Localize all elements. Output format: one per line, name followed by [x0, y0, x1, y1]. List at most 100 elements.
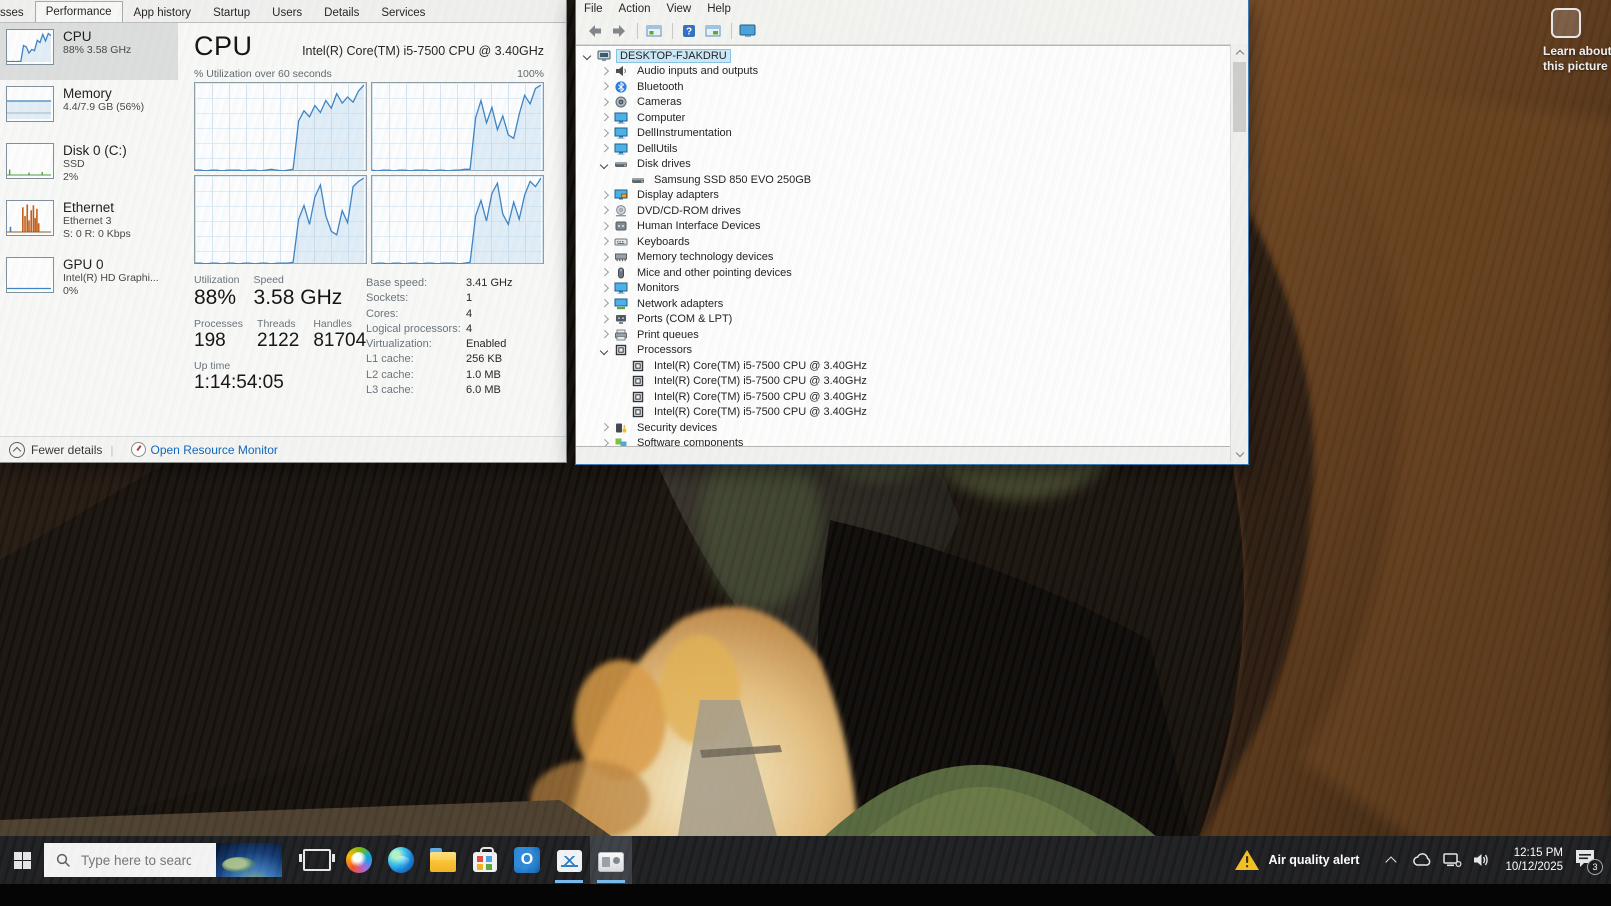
- device-tree-row[interactable]: Network adapters: [576, 296, 1231, 312]
- chevron-right-icon[interactable]: [601, 207, 608, 214]
- display-icon: [614, 189, 628, 201]
- tab-details[interactable]: Details: [313, 2, 370, 23]
- device-tree-row[interactable]: Security devices: [576, 420, 1231, 436]
- device-tree-row[interactable]: DESKTOP-FJAKDRU: [576, 48, 1231, 64]
- task-view-icon-slot[interactable]: [296, 836, 338, 884]
- device-tree-row[interactable]: Disk drives: [576, 157, 1231, 173]
- device-tree-row[interactable]: DellInstrumentation: [576, 126, 1231, 142]
- device-tree-row[interactable]: Monitors: [576, 281, 1231, 297]
- device-tree-row[interactable]: DellUtils: [576, 141, 1231, 157]
- device-manager-icon-slot[interactable]: [590, 836, 632, 884]
- device-tree-row[interactable]: Cameras: [576, 95, 1231, 111]
- remote-monitor-icon[interactable]: [737, 21, 759, 41]
- console-window-icon[interactable]: [643, 21, 665, 41]
- cpu-subline-0: 88% 3.58 GHz: [63, 44, 131, 57]
- device-tree-row[interactable]: Human Interface Devices: [576, 219, 1231, 235]
- chevron-right-icon[interactable]: [601, 223, 608, 230]
- sidebar-item-gpu[interactable]: GPU 0Intel(R) HD Graphi...0%: [0, 251, 178, 308]
- chevron-down-icon[interactable]: [601, 161, 608, 168]
- air-quality-alert[interactable]: Air quality alert: [1234, 849, 1359, 871]
- sidebar-item-memory[interactable]: Memory4.4/7.9 GB (56%): [0, 80, 178, 137]
- task-manager-icon-slot[interactable]: [548, 836, 590, 884]
- spotlight-widget[interactable]: Learn about this picture: [1543, 8, 1611, 74]
- chevron-down-icon[interactable]: [584, 52, 591, 59]
- device-tree-row[interactable]: DVD/CD-ROM drives: [576, 203, 1231, 219]
- scrollbar-thumb[interactable]: [1233, 62, 1246, 132]
- start-button[interactable]: [0, 836, 44, 884]
- device-tree-row[interactable]: Intel(R) Core(TM) i5-7500 CPU @ 3.40GHz: [576, 374, 1231, 390]
- device-tree-label: Human Interface Devices: [633, 219, 765, 233]
- chevron-right-icon[interactable]: [601, 316, 608, 323]
- sidebar-item-cpu[interactable]: CPU88% 3.58 GHz: [0, 23, 178, 80]
- device-tree-row[interactable]: Samsung SSD 850 EVO 250GB: [576, 172, 1231, 188]
- forward-icon[interactable]: [608, 21, 630, 41]
- tab-startup[interactable]: Startup: [202, 2, 261, 23]
- tab-performance[interactable]: Performance: [35, 1, 123, 23]
- help-icon[interactable]: ?: [678, 21, 700, 41]
- file-explorer-icon-slot[interactable]: [422, 836, 464, 884]
- menu-help[interactable]: Help: [707, 3, 731, 15]
- sidebar-item-disk[interactable]: Disk 0 (C:)SSD2%: [0, 137, 178, 194]
- onedrive-icon[interactable]: [1412, 850, 1432, 870]
- device-tree-row[interactable]: Bluetooth: [576, 79, 1231, 95]
- device-tree-scrollbar[interactable]: [1230, 44, 1248, 462]
- chevron-right-icon[interactable]: [601, 269, 608, 276]
- stat-label: Utilization: [194, 274, 240, 286]
- chevron-right-icon[interactable]: [601, 114, 608, 121]
- taskbar-search[interactable]: [44, 843, 282, 877]
- sidebar-item-ethernet[interactable]: EthernetEthernet 3S: 0 R: 0 Kbps: [0, 194, 178, 251]
- menu-file[interactable]: File: [584, 3, 603, 15]
- device-tree-row[interactable]: Memory technology devices: [576, 250, 1231, 266]
- back-icon[interactable]: [584, 21, 606, 41]
- device-tree-row[interactable]: Software components: [576, 436, 1231, 448]
- tab-processes[interactable]: Processes: [0, 2, 35, 23]
- chevron-right-icon[interactable]: [601, 285, 608, 292]
- taskbar-clock[interactable]: 12:15 PM 10/12/2025: [1505, 846, 1563, 874]
- chevron-right-icon[interactable]: [601, 424, 608, 431]
- device-tree-row[interactable]: Keyboards: [576, 234, 1231, 250]
- chevron-right-icon[interactable]: [601, 130, 608, 137]
- chevron-right-icon[interactable]: [601, 300, 608, 307]
- scroll-up-icon[interactable]: [1231, 44, 1248, 60]
- device-tree-row[interactable]: Ports (COM & LPT): [576, 312, 1231, 328]
- chevron-right-icon[interactable]: [601, 145, 608, 152]
- open-resource-monitor-link[interactable]: Open Resource Monitor: [131, 442, 278, 457]
- device-tree-row[interactable]: Audio inputs and outputs: [576, 64, 1231, 80]
- chevron-right-icon[interactable]: [601, 254, 608, 261]
- action-center-button[interactable]: 3: [1573, 848, 1599, 872]
- store-icon-slot[interactable]: [464, 836, 506, 884]
- fewer-details-button[interactable]: Fewer details: [9, 442, 102, 458]
- menu-view[interactable]: View: [667, 3, 692, 15]
- volume-icon[interactable]: [1472, 850, 1492, 870]
- device-tree-row[interactable]: Processors: [576, 343, 1231, 359]
- edge-icon-slot[interactable]: [380, 836, 422, 884]
- device-tree-row[interactable]: Print queues: [576, 327, 1231, 343]
- tab-app-history[interactable]: App history: [123, 2, 203, 23]
- chevron-right-icon[interactable]: [601, 440, 608, 447]
- tab-users[interactable]: Users: [261, 2, 313, 23]
- device-tree-row[interactable]: Mice and other pointing devices: [576, 265, 1231, 281]
- chevron-right-icon[interactable]: [601, 83, 608, 90]
- copilot-icon-slot[interactable]: [338, 836, 380, 884]
- device-tree-row[interactable]: Intel(R) Core(TM) i5-7500 CPU @ 3.40GHz: [576, 405, 1231, 421]
- chevron-right-icon[interactable]: [601, 238, 608, 245]
- tray-chevron-up-icon[interactable]: [1385, 854, 1397, 866]
- chevron-right-icon[interactable]: [601, 331, 608, 338]
- device-tree-row[interactable]: Display adapters: [576, 188, 1231, 204]
- properties-icon[interactable]: [702, 21, 724, 41]
- outlook-icon-slot[interactable]: O: [506, 836, 548, 884]
- chevron-down-icon[interactable]: [601, 347, 608, 354]
- device-tree-row[interactable]: Intel(R) Core(TM) i5-7500 CPU @ 3.40GHz: [576, 358, 1231, 374]
- device-tree-row[interactable]: Computer: [576, 110, 1231, 126]
- chevron-right-icon[interactable]: [601, 192, 608, 199]
- scroll-down-icon[interactable]: [1231, 446, 1248, 462]
- menu-action[interactable]: Action: [619, 3, 651, 15]
- chevron-right-icon[interactable]: [601, 68, 608, 75]
- tab-services[interactable]: Services: [370, 2, 436, 23]
- network-icon[interactable]: [1442, 850, 1462, 870]
- device-tree-row[interactable]: Intel(R) Core(TM) i5-7500 CPU @ 3.40GHz: [576, 389, 1231, 405]
- search-input[interactable]: [79, 852, 193, 869]
- chevron-right-icon[interactable]: [601, 99, 608, 106]
- search-highlight-earth-image[interactable]: [216, 843, 282, 877]
- spotlight-camera-icon[interactable]: [1551, 8, 1581, 38]
